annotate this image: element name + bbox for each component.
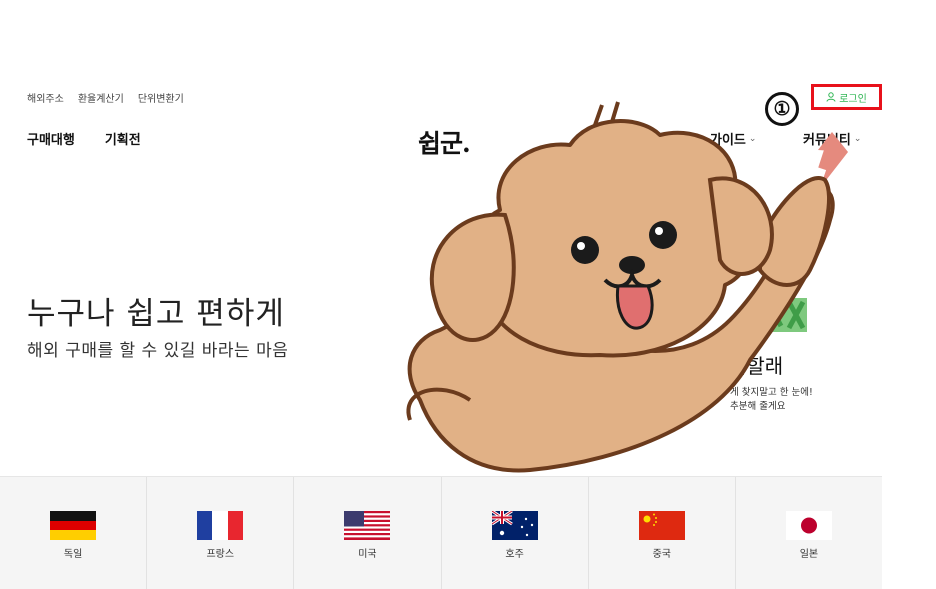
promo-graphic-icon [765, 298, 807, 332]
promo-heading: 거할래 [728, 354, 784, 378]
site-logo[interactable]: 쉽군. [418, 124, 471, 160]
japan-flag-icon [785, 511, 832, 540]
france-flag-icon [197, 511, 244, 540]
country-item-france[interactable]: 프랑스 [147, 477, 295, 589]
country-name: 일본 [799, 549, 819, 560]
nav-purchase-agency[interactable]: 구매대행 [27, 129, 75, 148]
promo-description: 게 찾지말고 한 눈에! 추분해 줄게요 [730, 386, 813, 414]
hero-subtitle: 해외 구매를 할 수 있길 바라는 마음 [27, 341, 289, 361]
nav-special-exhibition[interactable]: 기획전 [105, 129, 141, 148]
country-name: 중국 [652, 549, 671, 560]
country-selector-bar: 독일 프랑스 미국 호주 중국 일본 [0, 476, 882, 589]
germany-flag-icon [50, 511, 97, 540]
login-label: 로그인 [839, 93, 867, 105]
australia-flag-icon [491, 511, 538, 540]
step-marker-badge: ① [765, 92, 799, 126]
hero-title: 누구나 쉽고 편하게 [27, 296, 285, 332]
country-item-japan[interactable]: 일본 [736, 477, 882, 589]
country-item-australia[interactable]: 호주 [442, 477, 589, 589]
country-name: 미국 [358, 549, 377, 560]
utility-links: 해외주소 환율계산기 단위변환기 [27, 90, 184, 105]
china-flag-icon [638, 511, 685, 540]
unit-converter-link[interactable]: 단위변환기 [138, 90, 184, 105]
chevron-down-icon: ⌄ [853, 133, 862, 144]
exchange-calculator-link[interactable]: 환율계산기 [78, 90, 124, 105]
overseas-address-link[interactable]: 해외주소 [27, 90, 64, 105]
chevron-down-icon: ⌄ [748, 133, 757, 144]
main-nav-left: 구매대행 기획전 [27, 129, 141, 148]
user-icon [826, 92, 836, 102]
country-name: 호주 [505, 549, 524, 560]
nav-guide[interactable]: 가이드 ⌄ [710, 129, 756, 148]
country-item-germany[interactable]: 독일 [0, 477, 148, 589]
usa-flag-icon [344, 511, 391, 540]
nav-community[interactable]: 커뮤니티 ⌄ [803, 129, 861, 148]
country-item-china[interactable]: 중국 [589, 477, 736, 589]
login-button[interactable]: 로그인 [811, 84, 882, 110]
nav-guide-label: 가이드 [710, 133, 746, 148]
country-item-usa[interactable]: 미국 [294, 477, 442, 589]
nav-community-label: 커뮤니티 [803, 133, 851, 148]
country-name: 독일 [63, 549, 83, 560]
promo-line-1: 게 찾지말고 한 눈에! [730, 387, 813, 398]
country-name: 프랑스 [206, 549, 235, 560]
promo-line-2: 추분해 줄게요 [730, 401, 786, 412]
